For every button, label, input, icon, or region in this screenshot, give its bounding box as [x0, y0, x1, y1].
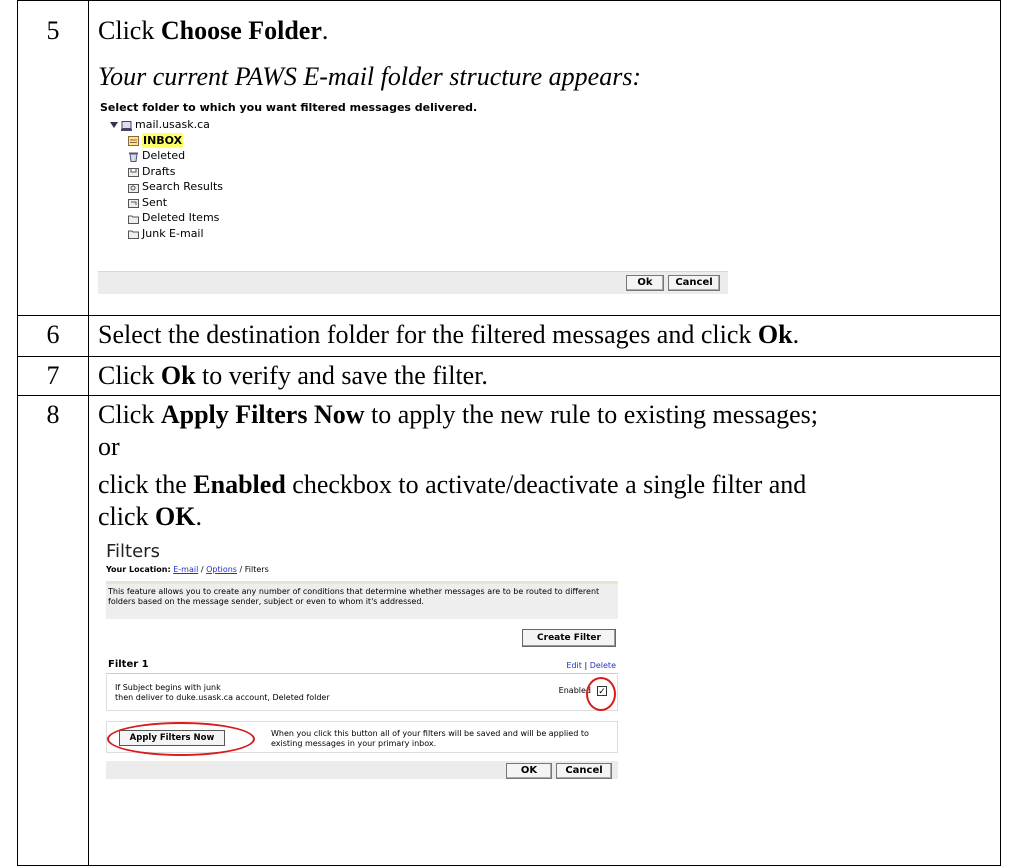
highlight-circle: [107, 722, 255, 756]
folder-icon: [128, 228, 139, 240]
filter-name: Filter 1: [108, 659, 149, 670]
page-title: Filters: [106, 541, 160, 562]
cancel-button[interactable]: Cancel: [556, 763, 612, 779]
step-number: 7: [17, 356, 89, 396]
folder-tree: mail.usask.ca INBOX Deleted Drafts Searc…: [110, 117, 738, 241]
trash-icon: [128, 151, 139, 162]
step-row-8: 8 Click Apply Filters Now to apply the n…: [17, 395, 1001, 866]
step-row-6: 6 Select the destination folder for the …: [17, 315, 1001, 357]
edit-link[interactable]: Edit: [566, 661, 582, 670]
folder-junk-email[interactable]: Junk E-mail: [128, 226, 738, 242]
delete-link[interactable]: Delete: [590, 661, 616, 670]
picker-button-bar: Ok Cancel: [98, 271, 728, 294]
filter-actions: Edit | Delete: [566, 661, 616, 670]
step-row-5: 5 Click Choose Folder. Your current PAWS…: [17, 0, 1001, 316]
breadcrumb: Your Location: E-mail / Options / Filter…: [106, 565, 269, 574]
breadcrumb-email-link[interactable]: E-mail: [173, 565, 198, 574]
tree-root[interactable]: mail.usask.ca: [110, 117, 738, 133]
apply-panel: Apply Filters Now When you click this bu…: [106, 721, 618, 756]
step-number: 8: [17, 395, 89, 866]
filters-button-bar: OK Cancel: [106, 761, 618, 779]
folder-search-results[interactable]: Search Results: [128, 179, 738, 195]
step-instruction: Click Apply Filters Now to apply the new…: [98, 400, 818, 531]
sent-folder-icon: [128, 197, 139, 209]
step-content: Click Choose Folder. Your current PAWS E…: [88, 0, 1001, 316]
folder-deleted-items[interactable]: Deleted Items: [128, 210, 738, 226]
filter-header: Filter 1 Edit | Delete: [106, 659, 618, 674]
step-content: Click Apply Filters Now to apply the new…: [88, 395, 1001, 866]
step-content: Click Ok to verify and save the filter.: [88, 356, 1001, 396]
filters-screenshot: Filters Your Location: E-mail / Options …: [106, 541, 636, 779]
folder-inbox[interactable]: INBOX: [128, 132, 738, 148]
expand-triangle-icon[interactable]: [110, 121, 118, 128]
drafts-folder-icon: [128, 166, 139, 178]
cancel-button[interactable]: Cancel: [668, 275, 720, 291]
step-number: 6: [17, 315, 89, 357]
picker-heading: Select folder to which you want filtered…: [100, 101, 478, 114]
server-icon: [121, 120, 132, 131]
folder-picker-screenshot: Select folder to which you want filtered…: [98, 101, 738, 296]
highlight-circle: [586, 677, 616, 711]
filter-rule-text: If Subject begins with junk then deliver…: [115, 683, 330, 702]
feature-description: This feature allows you to create any nu…: [106, 581, 618, 619]
step-note: Your current PAWS E-mail folder structur…: [98, 62, 642, 91]
folder-deleted[interactable]: Deleted: [128, 148, 738, 164]
breadcrumb-options-link[interactable]: Options: [206, 565, 237, 574]
step-instruction: Click Choose Folder.: [98, 16, 329, 45]
create-filter-button[interactable]: Create Filter: [522, 629, 616, 647]
search-folder-icon: [128, 182, 139, 193]
folder-icon: [128, 213, 139, 224]
folder-sent[interactable]: Sent: [128, 195, 738, 211]
instructions-table: 5 Click Choose Folder. Your current PAWS…: [17, 0, 1001, 866]
step-row-7: 7 Click Ok to verify and save the filter…: [17, 356, 1001, 396]
ok-button[interactable]: Ok: [626, 275, 664, 291]
inbox-folder-icon: [128, 135, 139, 147]
ok-button[interactable]: OK: [506, 763, 552, 779]
step-content: Select the destination folder for the fi…: [88, 315, 1001, 357]
filter-rule-panel: If Subject begins with junk then deliver…: [106, 675, 618, 711]
step-number: 5: [17, 0, 89, 316]
folder-drafts[interactable]: Drafts: [128, 164, 738, 180]
apply-note: When you click this button all of your f…: [271, 729, 589, 748]
